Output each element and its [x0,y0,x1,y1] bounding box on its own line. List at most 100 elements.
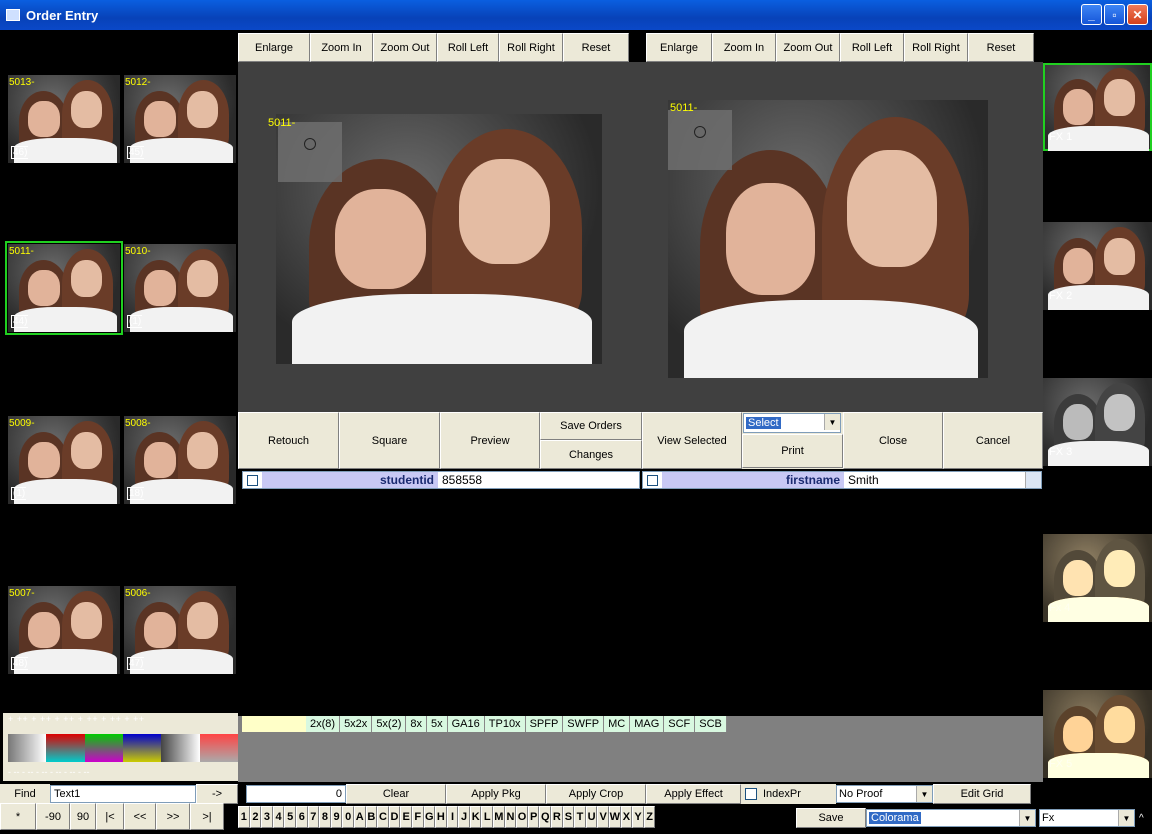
view-selected-button[interactable]: View Selected [642,412,742,469]
thumbnail-5[interactable]: 5008- 18) [124,416,236,504]
thumbnail-2[interactable]: 5011- 44) [5,241,123,335]
letter-index-button[interactable]: Y [632,806,644,828]
letter-index-button[interactable]: F [411,806,424,828]
retouch-button[interactable]: Retouch [238,412,339,469]
letter-index-button[interactable]: O [516,806,528,828]
changes-button[interactable]: Changes [540,440,642,469]
letter-index-button[interactable]: G [423,806,436,828]
find-go-button[interactable]: -> [196,784,238,804]
effect-preview-1[interactable]: FX 1 [1043,63,1152,151]
package-item[interactable]: SWFP [563,716,605,732]
package-item[interactable]: MC [604,716,631,732]
roll-right-right-button[interactable]: Roll Right [904,33,968,62]
letter-index-button[interactable]: T [574,806,586,828]
thumbnail-6[interactable]: 5007- 48) [8,586,120,674]
proof-dropdown[interactable]: No Proof ▼ [836,785,933,803]
package-item[interactable]: 5x2x [340,716,373,732]
letter-index-button[interactable]: X [620,806,633,828]
color-increase-row[interactable]: + ++ + ++ + ++ + ++ + ++ + ++ [8,714,238,724]
reset-left-button[interactable]: Reset [563,33,629,62]
nav-button-6[interactable]: >| [190,803,224,830]
crop-marker-right[interactable] [668,110,732,170]
package-item[interactable]: TP10x [485,716,526,732]
swatch-contrast[interactable] [161,734,200,762]
letter-index-button[interactable]: 8 [319,806,331,828]
letter-index-button[interactable]: A [353,806,366,828]
background-dropdown[interactable]: Colorama ▼ [866,809,1036,827]
package-item[interactable]: SCB [695,716,727,732]
quantity-input[interactable]: 0 [246,785,346,803]
zoom-out-right-button[interactable]: Zoom Out [776,33,840,62]
close-window-button[interactable]: ✕ [1127,4,1148,25]
nav-button-0[interactable]: * [0,803,36,830]
find-input[interactable]: Text1 [50,785,196,803]
zoom-in-right-button[interactable]: Zoom In [712,33,776,62]
letter-index-button[interactable]: R [551,806,563,828]
nav-button-3[interactable]: |< [96,803,124,830]
select-dropdown[interactable]: Select ▼ [743,413,841,433]
letter-index-button[interactable]: E [400,806,412,828]
thumbnail-0[interactable]: 5013- 46) [8,75,120,163]
package-item[interactable]: 2x(8) [306,716,341,732]
package-item[interactable]: 8x [406,716,427,732]
studentid-checkbox[interactable] [247,474,258,486]
swatch-density[interactable] [199,734,238,762]
package-selected-cell[interactable] [242,716,306,732]
nav-button-1[interactable]: -90 [36,803,70,830]
clear-button[interactable]: Clear [346,784,446,804]
field-scroll-spinner[interactable] [1025,472,1041,488]
indexpr-option[interactable]: IndexPr [741,784,836,804]
edit-grid-button[interactable]: Edit Grid [933,784,1031,804]
nav-button-2[interactable]: 90 [70,803,96,830]
print-button[interactable]: Print [742,434,843,468]
nav-button-4[interactable]: << [124,803,156,830]
studentid-value[interactable]: 858558 [438,473,482,487]
letter-index-button[interactable]: 4 [272,806,285,828]
package-item[interactable]: SCF [664,716,696,732]
preview-button[interactable]: Preview [440,412,540,469]
letter-index-button[interactable]: P [527,806,540,828]
letter-index-button[interactable]: N [504,806,517,828]
effect-preview-3[interactable]: FX 3 [1043,378,1152,466]
scroll-up-icon[interactable]: ^ [1135,813,1145,824]
crop-marker-left[interactable] [278,122,342,182]
close-button[interactable]: Close [843,412,943,469]
apply-pkg-button[interactable]: Apply Pkg [446,784,546,804]
zoom-out-left-button[interactable]: Zoom Out [373,33,437,62]
firstname-checkbox[interactable] [647,474,658,486]
fx-dropdown[interactable]: Fx ▼ [1039,809,1135,827]
letter-index-button[interactable]: D [388,806,401,828]
letter-index-button[interactable]: Q [539,806,552,828]
letter-index-button[interactable]: I [446,806,459,828]
roll-right-left-button[interactable]: Roll Right [499,33,563,62]
letter-index-button[interactable]: V [597,806,609,828]
swatch-blue-yellow[interactable] [122,734,162,762]
package-item[interactable]: SPFP [526,716,564,732]
letter-index-button[interactable]: 6 [295,806,308,828]
effect-preview-2[interactable]: FX 2 [1043,222,1152,310]
effect-preview-4[interactable]: Fx 4 [1043,534,1152,622]
letter-index-button[interactable]: 7 [307,806,320,828]
letter-index-button[interactable]: 9 [330,806,343,828]
thumbnail-1[interactable]: 5012- 45) [124,75,236,163]
letter-index-button[interactable]: H [435,806,447,828]
letter-index-button[interactable]: 0 [342,806,354,828]
letter-index-button[interactable]: J [458,806,470,828]
roll-left-right-button[interactable]: Roll Left [840,33,904,62]
firstname-value[interactable]: Smith [844,473,1025,487]
thumbnail-3[interactable]: 5010- (1) [124,244,236,332]
letter-index-button[interactable]: 5 [284,806,296,828]
letter-index-button[interactable]: M [493,806,505,828]
nav-button-5[interactable]: >> [156,803,190,830]
minimize-button[interactable]: _ [1081,4,1102,25]
package-item[interactable]: GA16 [448,716,485,732]
swatch-red-cyan[interactable] [46,734,85,762]
roll-left-left-button[interactable]: Roll Left [437,33,499,62]
letter-index-button[interactable]: L [481,806,494,828]
swatch-gray[interactable] [8,734,47,762]
enlarge-right-button[interactable]: Enlarge [646,33,712,62]
reset-right-button[interactable]: Reset [968,33,1034,62]
package-item[interactable]: 5x(2) [372,716,407,732]
color-swatches[interactable] [8,734,238,762]
swatch-green-magenta[interactable] [84,734,123,762]
